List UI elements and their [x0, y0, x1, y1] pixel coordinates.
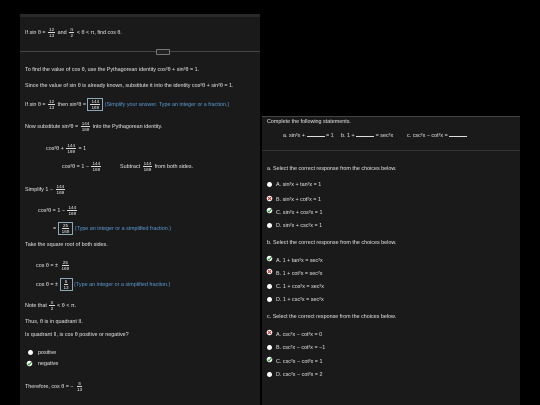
question-text: Is quadrant II, is cos θ positive or neg…	[25, 332, 129, 338]
x-mark-icon	[266, 268, 273, 275]
option-positive-label: positive	[38, 350, 57, 356]
statement-a: a. sin²x + = 1	[283, 133, 334, 139]
equation-2: cos²θ = 1 − 144 169	[62, 161, 102, 173]
blank-b[interactable]	[356, 136, 375, 137]
choice-b-D[interactable]: D. 1 + csc²x = sec²x	[276, 297, 324, 303]
step-4-line: Now substitute sin²θ = 144 169 into the P…	[25, 121, 163, 133]
x-mark-icon	[266, 329, 273, 336]
section-a-prompt: a. Select the correct response from the …	[267, 166, 397, 172]
blank-c[interactable]	[449, 136, 468, 137]
statement-c: c. csc²x − cot²x =	[407, 133, 468, 139]
final-answer: Therefore, cos θ = − 5 13	[25, 381, 83, 393]
choice-c-C[interactable]: C. csc²x − cot²x = 1	[276, 359, 322, 365]
choice-a-D[interactable]: D. sin²x + csc²x = 1	[276, 223, 322, 229]
choice-a-B[interactable]: B. sin²x + cot²x = 1	[276, 197, 321, 203]
equation-1: cos²θ + 144 169 = 1	[46, 143, 87, 155]
choice-c-B[interactable]: B. csc²x − cot²x = −1	[276, 345, 325, 351]
right-panel-top-border	[262, 116, 520, 117]
step-3-line: If sin θ = 12 13 then sin²θ = 144 169 (Sim…	[25, 98, 230, 112]
note-line: Note that π2 < θ < π.	[25, 300, 77, 312]
blank-a[interactable]	[306, 136, 325, 137]
choice-b-C[interactable]: C. 1 + cos²x = sec²x	[276, 284, 324, 290]
option-negative-label: negative	[38, 361, 59, 367]
choice-a-C[interactable]: C. sin²x + cos²x = 1	[276, 210, 322, 216]
check-icon	[266, 255, 273, 262]
step-1-text: To find the value of cos θ, use the Pyth…	[25, 67, 200, 73]
equation-2-note: Subtract 144 169 from both sides.	[120, 161, 194, 173]
equation-5: cos θ = ± 25 169	[36, 260, 70, 272]
choice-b-D-radio[interactable]	[267, 297, 272, 302]
choice-a-D-radio[interactable]	[267, 223, 272, 228]
panel-top-bar	[20, 14, 260, 17]
answer-box-sin-squared[interactable]: 144 169	[87, 98, 104, 112]
answer-box-cos-squared[interactable]: 25 169	[57, 222, 74, 236]
section-c-prompt: c. Select the correct response from the …	[267, 314, 397, 320]
equation-3: cos²θ = 1 − 144 169	[38, 205, 78, 217]
simplify-line: Simplify 1 − 144 169	[25, 184, 66, 196]
section-b-prompt: b. Select the correct response from the …	[267, 240, 397, 246]
x-mark-icon	[266, 195, 273, 202]
check-icon	[266, 356, 273, 363]
check-icon	[266, 207, 273, 214]
choice-a-A[interactable]: A. sin²x + tan²x = 1	[276, 182, 321, 188]
choice-c-D-radio[interactable]	[267, 372, 272, 377]
right-divider	[262, 150, 520, 151]
equation-6: cos θ = ± 5 13 (Type an integer or a simp…	[36, 278, 171, 292]
equation-4: = 25 169 (Type an integer or a simplified…	[53, 222, 172, 236]
choice-b-A[interactable]: A. 1 + tan²x = sec²x	[276, 258, 323, 264]
right-header: Complete the following statements.	[267, 119, 351, 125]
choice-a-A-radio[interactable]	[267, 182, 272, 187]
choice-b-C-radio[interactable]	[267, 284, 272, 289]
radio-positive[interactable]	[28, 350, 33, 355]
choice-b-B[interactable]: B. 1 + cot²x = sec²x	[276, 271, 322, 277]
section-divider	[20, 51, 260, 52]
choice-c-D[interactable]: D. csc²x − cot²x = 2	[276, 372, 322, 378]
step-5-text: Take the square root of both sides.	[25, 242, 108, 248]
problem-statement: If sin θ = 12 13 and π2 < θ < π, find cos…	[25, 27, 122, 39]
step-2-text: Since the value of sin θ is already know…	[25, 83, 234, 89]
answer-box-cos[interactable]: 5 13	[59, 278, 73, 292]
statement-b: b. 1 + = sec²x	[341, 133, 394, 139]
choice-c-B-radio[interactable]	[267, 345, 272, 350]
choice-c-A[interactable]: A. csc²x − cot²x = 0	[276, 332, 322, 338]
expand-handle[interactable]	[156, 49, 170, 55]
check-icon	[26, 360, 33, 367]
quadrant-text: Thus, θ is in quadrant II.	[25, 319, 83, 325]
